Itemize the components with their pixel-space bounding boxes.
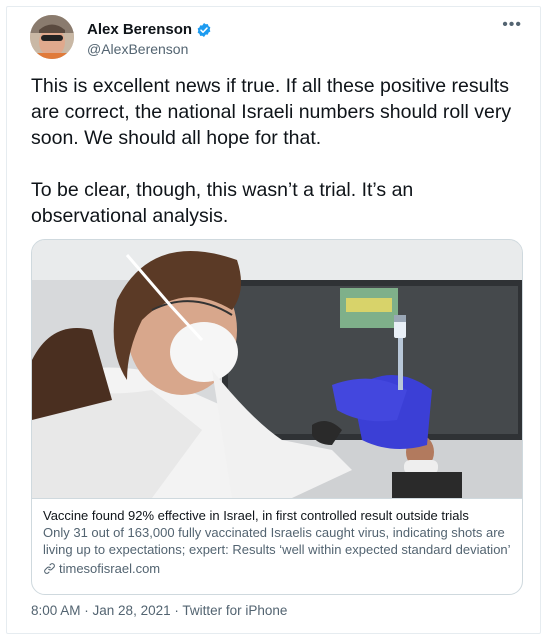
card-description: Only 31 out of 163,000 fully vaccinated … <box>43 525 511 557</box>
tweet-time[interactable]: 8:00 AM <box>31 603 81 618</box>
avatar-image <box>30 15 74 59</box>
tweet-date[interactable]: Jan 28, 2021 <box>93 603 171 618</box>
link-card[interactable]: Vaccine found 92% effective in Israel, i… <box>31 239 523 595</box>
author-handle[interactable]: @AlexBerenson <box>87 41 188 57</box>
more-icon[interactable]: ••• <box>502 17 522 33</box>
card-domain-text: timesofisrael.com <box>59 561 161 576</box>
card-image <box>32 240 522 498</box>
verified-badge-icon <box>197 22 211 37</box>
footer-separator-2: · <box>170 603 183 618</box>
card-meta: Vaccine found 92% effective in Israel, i… <box>32 498 522 594</box>
tweet-source[interactable]: Twitter for iPhone <box>182 603 287 618</box>
tweet-text: This is excellent news if true. If all t… <box>31 75 512 227</box>
author-name-row: Alex Berenson <box>87 21 212 38</box>
tweet: Alex Berenson @AlexBerenson ••• This is … <box>6 6 541 634</box>
tweet-footer: 8:00 AM · Jan 28, 2021 · Twitter for iPh… <box>31 603 287 618</box>
card-title: Vaccine found 92% effective in Israel, i… <box>43 508 469 523</box>
footer-separator: · <box>80 603 93 618</box>
link-icon <box>44 563 55 574</box>
avatar[interactable] <box>30 15 74 59</box>
author-name[interactable]: Alex Berenson <box>87 21 192 38</box>
card-domain[interactable]: timesofisrael.com <box>43 560 513 577</box>
